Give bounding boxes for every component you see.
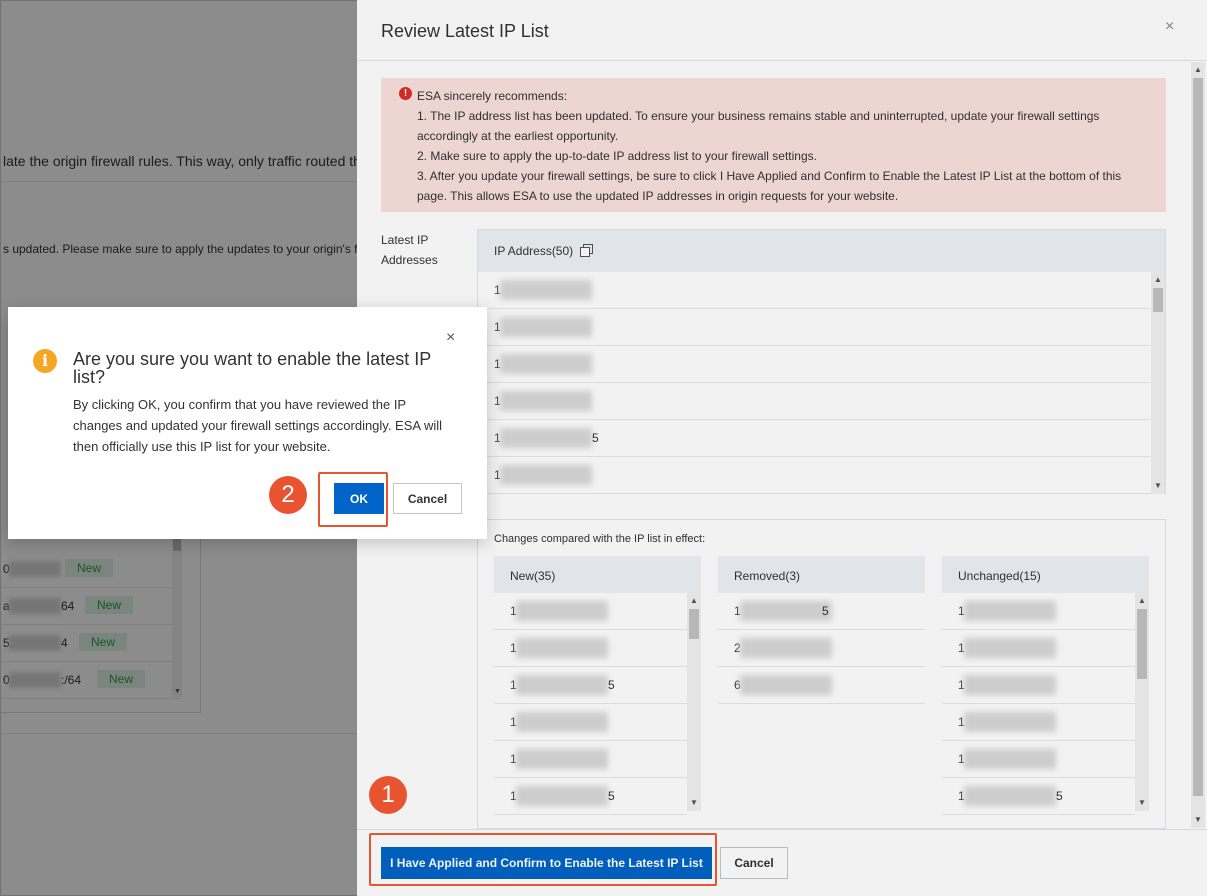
scroll-thumb[interactable]	[1153, 288, 1163, 312]
list-item: 1	[494, 741, 687, 778]
scroll-thumb[interactable]	[689, 609, 699, 639]
redacted-ip	[500, 280, 592, 300]
ip-cell-tail: 5	[1056, 789, 1063, 803]
changes-title: Changes compared with the IP list in eff…	[494, 533, 706, 545]
close-icon[interactable]: ×	[446, 329, 455, 347]
list-item: 1	[942, 741, 1135, 778]
new-list-scrollbar[interactable]: ▲ ▼	[687, 593, 701, 811]
divider	[357, 60, 1207, 61]
dialog-title: Are you sure you want to enable the late…	[73, 349, 431, 387]
list-item: 15	[494, 667, 687, 704]
list-item: 1	[942, 630, 1135, 667]
redacted-ip	[500, 317, 592, 337]
drawer-title: Review Latest IP List	[381, 21, 549, 41]
latest-ip-label: Latest IP Addresses	[381, 233, 438, 267]
recommendation-alert: ! ESA sincerely recommends: 1. The IP ad…	[381, 78, 1166, 212]
scroll-down-arrow-icon[interactable]: ▼	[1194, 816, 1202, 824]
redacted-ip	[740, 675, 832, 695]
redacted-ip	[964, 749, 1056, 769]
scroll-up-arrow-icon[interactable]: ▲	[690, 597, 698, 605]
redacted-ip	[516, 675, 608, 695]
dialog-body: By clicking OK, you confirm that you hav…	[73, 397, 443, 454]
scroll-thumb[interactable]	[1193, 78, 1203, 796]
unchanged-column-header: Unchanged(15)	[942, 556, 1149, 593]
ip-cell-tail: 5	[592, 431, 599, 445]
scroll-down-arrow-icon[interactable]: ▼	[1154, 482, 1162, 490]
ip-cell-tail: 5	[608, 678, 615, 692]
table-row: 1	[478, 309, 1150, 346]
alert-heading: ESA sincerely recommends:	[417, 89, 568, 103]
redacted-ip	[516, 601, 608, 621]
redacted-ip	[516, 786, 608, 806]
unchanged-list-scrollbar[interactable]: ▲ ▼	[1135, 593, 1149, 811]
unchanged-ip-list: 1 1 1 1 1 15 ▲ ▼	[942, 593, 1149, 815]
ip-cell-tail: 5	[822, 604, 829, 618]
redacted-ip	[740, 601, 832, 621]
alert-line: 1. The IP address list has been updated.…	[417, 109, 1100, 143]
redacted-ip	[740, 638, 832, 658]
scroll-thumb[interactable]	[1137, 609, 1147, 679]
redacted-ip	[964, 601, 1056, 621]
ip-cell-tail: 5	[608, 789, 615, 803]
removed-ip-list: 15 2 6	[718, 593, 925, 713]
redacted-ip	[964, 712, 1056, 732]
list-item: 1	[494, 593, 687, 630]
redacted-ip	[964, 786, 1056, 806]
scroll-up-arrow-icon[interactable]: ▲	[1194, 66, 1202, 74]
scroll-down-arrow-icon[interactable]: ▼	[690, 799, 698, 807]
removed-column-header: Removed(3)	[718, 556, 925, 593]
new-column-header: New(35)	[494, 556, 701, 593]
ok-button[interactable]: OK	[334, 483, 384, 514]
table-row: 1	[478, 383, 1150, 420]
step-1-badge: 1	[369, 776, 407, 814]
list-item: 1	[494, 630, 687, 667]
list-item: 15	[718, 593, 925, 630]
scroll-down-arrow-icon[interactable]: ▼	[1138, 799, 1146, 807]
list-item: 6	[718, 667, 925, 704]
table-row: 15	[478, 420, 1150, 457]
redacted-ip	[516, 712, 608, 732]
scroll-up-arrow-icon[interactable]: ▲	[1138, 597, 1146, 605]
drawer-cancel-button[interactable]: Cancel	[720, 847, 788, 879]
new-ip-list: 1 1 15 1 1 15 ▲ ▼	[494, 593, 701, 815]
info-icon: i	[33, 349, 57, 373]
table-row: 1	[478, 457, 1150, 494]
dialog-cancel-button[interactable]: Cancel	[393, 483, 462, 514]
list-item: 1	[942, 593, 1135, 630]
ip-table-scrollbar[interactable]: ▲ ▼	[1151, 272, 1165, 494]
alert-lines: 1. The IP address list has been updated.…	[417, 106, 1137, 206]
redacted-ip	[516, 638, 608, 658]
changes-panel: Changes compared with the IP list in eff…	[477, 519, 1166, 829]
redacted-ip	[500, 391, 592, 411]
close-icon[interactable]: ×	[1165, 18, 1174, 36]
redacted-ip	[516, 749, 608, 769]
divider	[357, 829, 1207, 830]
scroll-up-arrow-icon[interactable]: ▲	[1154, 276, 1162, 284]
latest-ip-table: IP Address(50) 1 1 1 1 15 1 ▲ ▼	[477, 229, 1166, 494]
copy-icon[interactable]	[580, 244, 593, 257]
drawer-scrollbar[interactable]: ▲ ▼	[1191, 62, 1205, 828]
table-row: 1	[478, 346, 1150, 383]
table-row: 1	[478, 272, 1150, 309]
redacted-ip	[500, 428, 592, 448]
table-header: IP Address(50)	[478, 230, 1165, 272]
error-icon: !	[399, 87, 412, 100]
confirm-dialog: i × Are you sure you want to enable the …	[8, 307, 487, 539]
list-item: 15	[942, 778, 1135, 815]
list-item: 15	[494, 778, 687, 815]
ip-address-header: IP Address(50)	[494, 244, 574, 258]
list-item: 1	[494, 704, 687, 741]
redacted-ip	[500, 354, 592, 374]
list-item: 1	[942, 667, 1135, 704]
step-2-badge: 2	[269, 476, 307, 514]
redacted-ip	[964, 638, 1056, 658]
alert-line: 2. Make sure to apply the up-to-date IP …	[417, 149, 817, 163]
list-item: 1	[942, 704, 1135, 741]
redacted-ip	[500, 465, 592, 485]
confirm-enable-button[interactable]: I Have Applied and Confirm to Enable the…	[381, 847, 712, 879]
list-item: 2	[718, 630, 925, 667]
redacted-ip	[964, 675, 1056, 695]
alert-line: 3. After you update your firewall settin…	[417, 169, 1122, 203]
